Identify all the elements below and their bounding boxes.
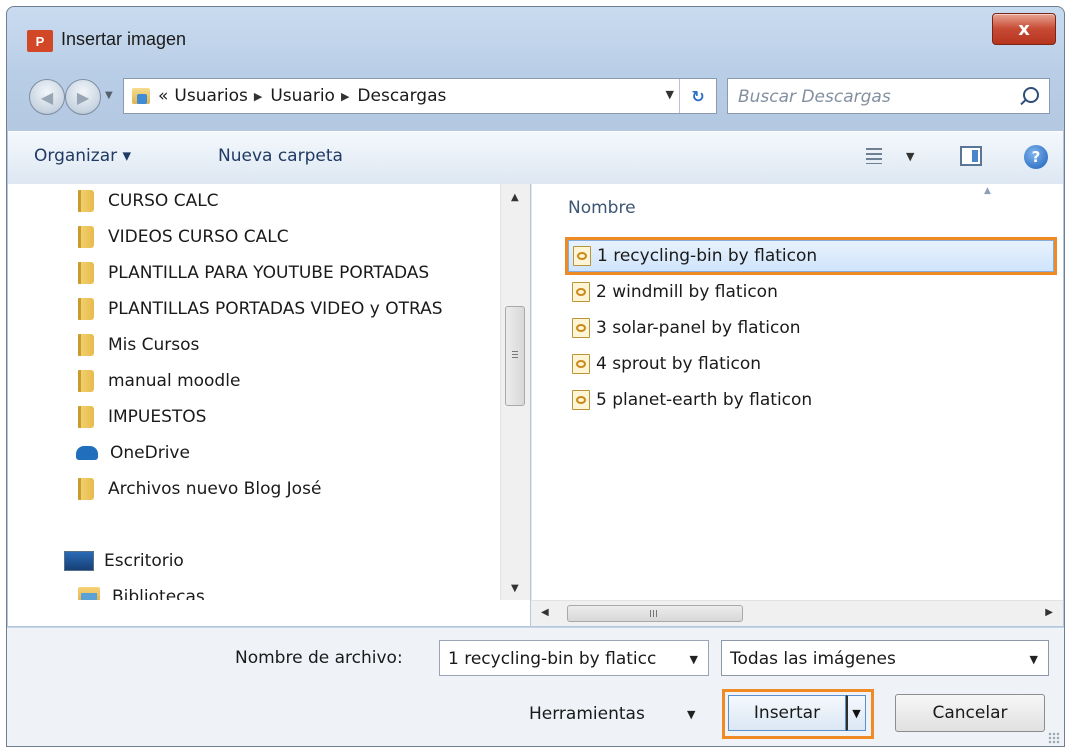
chevron-down-icon: ▼ [852,706,861,720]
file-item-solar-panel[interactable]: 3 solar-panel by flaticon [568,312,1054,344]
preview-pane-icon[interactable] [960,146,982,166]
filename-label: Nombre de archivo: [235,648,403,668]
arrow-left-icon: ◀ [40,87,54,107]
search-box[interactable] [727,78,1050,114]
onedrive-icon [76,446,98,460]
tree-item-manual-moodle[interactable]: manual moodle [78,366,240,396]
column-header-name[interactable]: Nombre [568,198,636,218]
dialog-footer: Nombre de archivo: ▼ Todas las imágenes … [7,627,1064,746]
sort-ascending-icon: ▲ [984,186,991,196]
search-input[interactable] [736,83,1000,111]
title-bar: P Insertar imagen x [7,7,1064,67]
arrow-right-icon: ▶ [76,87,90,107]
tree-item-plantilla-youtube[interactable]: PLANTILLA PARA YOUTUBE PORTADAS [78,258,429,288]
insert-button[interactable]: Insertar [728,695,846,731]
breadcrumb-usuario[interactable]: Usuario [270,86,335,106]
folder-icon [78,370,94,392]
breadcrumb-descargas[interactable]: Descargas [357,86,446,106]
new-folder-button[interactable]: Nueva carpeta [218,146,343,166]
search-icon[interactable] [1023,87,1039,103]
image-file-icon [572,318,590,338]
resize-grip-icon[interactable] [1048,732,1060,744]
tree-item-escritorio[interactable]: Escritorio [64,546,184,576]
tree-item-archivos-blog[interactable]: Archivos nuevo Blog José [78,474,321,504]
downloads-folder-icon [132,88,150,104]
file-list-horizontal-scrollbar[interactable]: ◀ ▶ [531,600,1063,626]
image-file-icon [572,282,590,302]
filename-combobox[interactable]: ▼ [439,640,709,676]
scroll-thumb[interactable] [505,306,525,406]
filename-input[interactable] [446,645,682,673]
image-file-icon [573,246,591,266]
image-file-icon [572,354,590,374]
scroll-up-icon[interactable]: ▲ [511,192,519,203]
scroll-thumb[interactable] [567,605,743,622]
chevron-down-icon[interactable]: ▼ [1030,653,1038,666]
tree-item-plantillas-portadas[interactable]: PLANTILLAS PORTADAS VIDEO y OTRAS [78,294,443,324]
library-icon [78,587,100,600]
chevron-down-icon[interactable]: ▼ [906,150,914,163]
refresh-button[interactable]: ↻ [679,79,716,113]
breadcrumb-overflow[interactable]: « [158,86,168,106]
folder-icon [78,226,94,248]
tree-item-curso-calc[interactable]: CURSO CALC [78,186,219,216]
file-type-select[interactable]: Todas las imágenes ▼ [721,640,1049,676]
nav-pane-vertical-scrollbar[interactable]: ▲ ▼ [500,184,530,600]
folder-icon [78,406,94,428]
file-item-sprout[interactable]: 4 sprout by flaticon [568,348,1054,380]
file-type-value: Todas las imágenes [730,649,896,669]
scroll-down-icon[interactable]: ▼ [511,583,519,594]
folder-icon [78,478,94,500]
chevron-down-icon[interactable]: ▼ [690,653,698,666]
desktop-icon [64,551,94,571]
dialog-title: Insertar imagen [61,29,187,49]
file-list-pane: ▲ Nombre 1 recycling-bin by flaticon 2 w… [531,184,1063,600]
chevron-right-icon[interactable]: ▶ [341,90,349,103]
organize-button[interactable]: Organizar ▾ [34,146,131,166]
chevron-right-icon[interactable]: ▶ [254,90,262,103]
powerpoint-app-icon: P [27,30,53,52]
close-icon: x [1018,18,1030,40]
tools-button[interactable]: Herramientas [529,704,645,724]
tree-item-videos-curso-calc[interactable]: VIDEOS CURSO CALC [78,222,289,252]
tree-item-impuestos[interactable]: IMPUESTOS [78,402,206,432]
tree-item-bibliotecas[interactable]: Bibliotecas [78,582,205,600]
insert-split-button: Insertar ▼ [722,689,874,739]
forward-button[interactable]: ▶ [65,79,101,115]
nav-pane-bottom [8,600,530,626]
insert-options-button[interactable]: ▼ [846,695,866,731]
back-button[interactable]: ◀ [29,79,65,115]
tree-item-onedrive[interactable]: OneDrive [76,438,190,468]
file-item-windmill[interactable]: 2 windmill by flaticon [568,276,1054,308]
address-bar[interactable]: « Usuarios ▶ Usuario ▶ Descargas ▼ ↻ [123,78,717,114]
insert-image-dialog: P Insertar imagen x ◀ ▶ ▼ « Usuarios ▶ U… [6,6,1065,747]
help-icon[interactable]: ? [1024,145,1048,169]
command-bar: Organizar ▾ Nueva carpeta ▼ ? [8,131,1063,185]
image-file-icon [572,390,590,410]
navigation-pane: CURSO CALC VIDEOS CURSO CALC PLANTILLA P… [8,184,530,600]
scroll-left-icon[interactable]: ◀ [541,607,549,618]
close-button[interactable]: x [992,13,1056,45]
tree-item-mis-cursos[interactable]: Mis Cursos [78,330,199,360]
cancel-button[interactable]: Cancelar [895,694,1045,732]
folder-icon [78,298,94,320]
file-item-recycling-bin[interactable]: 1 recycling-bin by flaticon [565,237,1057,275]
folder-icon [78,262,94,284]
chevron-down-icon[interactable]: ▼ [687,708,695,721]
refresh-icon: ↻ [691,86,705,106]
history-dropdown-icon[interactable]: ▼ [105,90,113,101]
file-item-planet-earth[interactable]: 5 planet-earth by flaticon [568,384,1054,416]
folder-icon [78,334,94,356]
breadcrumb-usuarios[interactable]: Usuarios [174,86,247,106]
view-options-icon[interactable] [866,148,882,164]
chevron-down-icon[interactable]: ▼ [666,88,674,101]
folder-icon [78,190,94,212]
scroll-right-icon[interactable]: ▶ [1045,607,1053,618]
